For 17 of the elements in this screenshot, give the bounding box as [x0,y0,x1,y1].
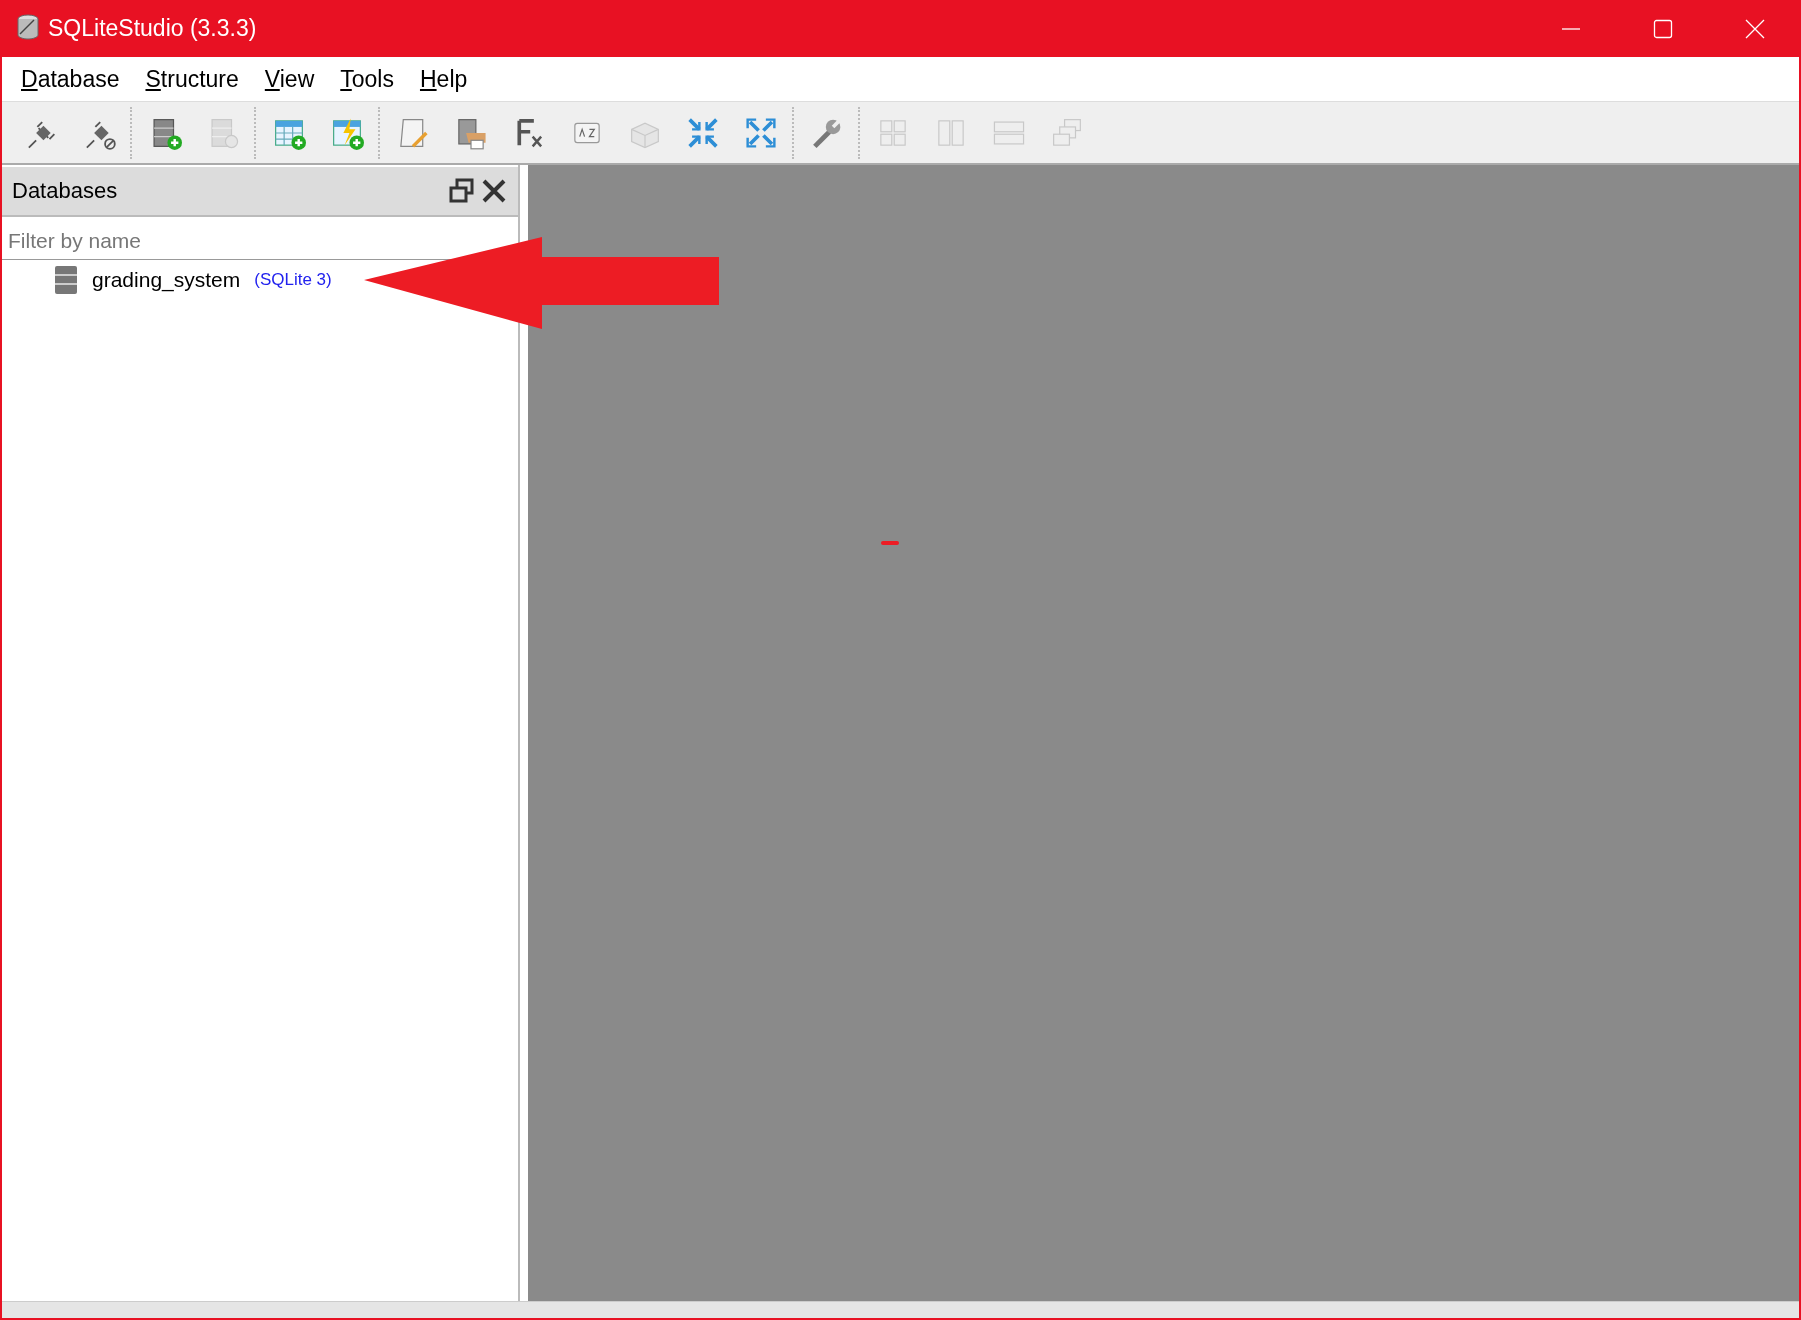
menu-item[interactable]: Structure [132,65,252,93]
menu-item[interactable]: Help [406,65,481,93]
maximize-icon [1653,18,1673,39]
windows-icon [449,178,475,204]
dash-mark [881,541,899,545]
arrows-outward-icon [744,115,778,150]
minimize-icon [1561,27,1581,30]
database-name[interactable]: grading_system [92,268,241,292]
database-icon [54,265,78,295]
close-icon [1745,18,1765,39]
menu-item[interactable]: Database [8,65,133,93]
panel-title: Databases [12,178,118,204]
menu-item[interactable]: Tools [327,65,407,93]
menu-item[interactable]: View [251,65,328,93]
database-type: (SQLite 3) [254,270,332,290]
window-title: SQLiteStudio (3.3.3) [48,15,257,42]
close-icon [481,178,507,204]
